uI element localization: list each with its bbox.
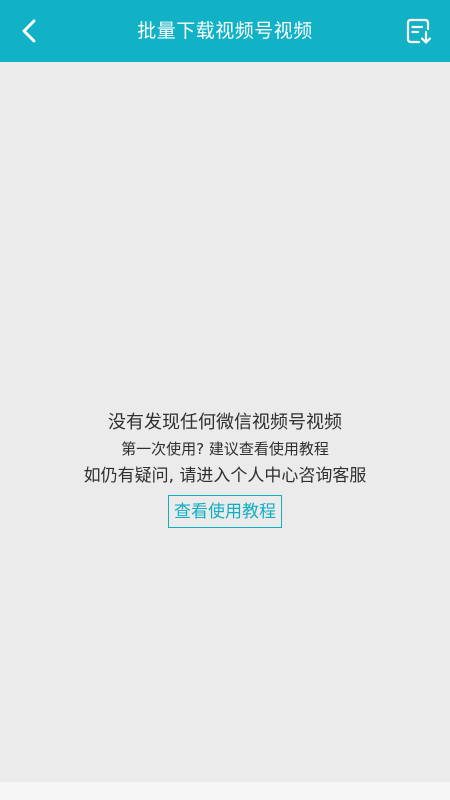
main-content: 没有发现任何微信视频号视频 第一次使用? 建议查看使用教程 如仍有疑问, 请进入… xyxy=(0,62,450,782)
view-tutorial-button[interactable]: 查看使用教程 xyxy=(168,495,282,528)
page-title: 批量下载视频号视频 xyxy=(137,20,313,42)
download-list-icon xyxy=(406,18,432,44)
tutorial-hint: 第一次使用? 建议查看使用教程 xyxy=(121,440,329,458)
chevron-left-icon xyxy=(22,19,36,43)
support-hint: 如仍有疑问, 请进入个人中心咨询客服 xyxy=(83,466,367,486)
empty-state: 没有发现任何微信视频号视频 第一次使用? 建议查看使用教程 如仍有疑问, 请进入… xyxy=(0,410,450,528)
download-list-button[interactable] xyxy=(402,12,436,50)
back-button[interactable] xyxy=(12,12,46,50)
empty-message: 没有发现任何微信视频号视频 xyxy=(108,412,342,433)
bottom-bar xyxy=(0,782,450,800)
app-header: 批量下载视频号视频 xyxy=(0,0,450,62)
